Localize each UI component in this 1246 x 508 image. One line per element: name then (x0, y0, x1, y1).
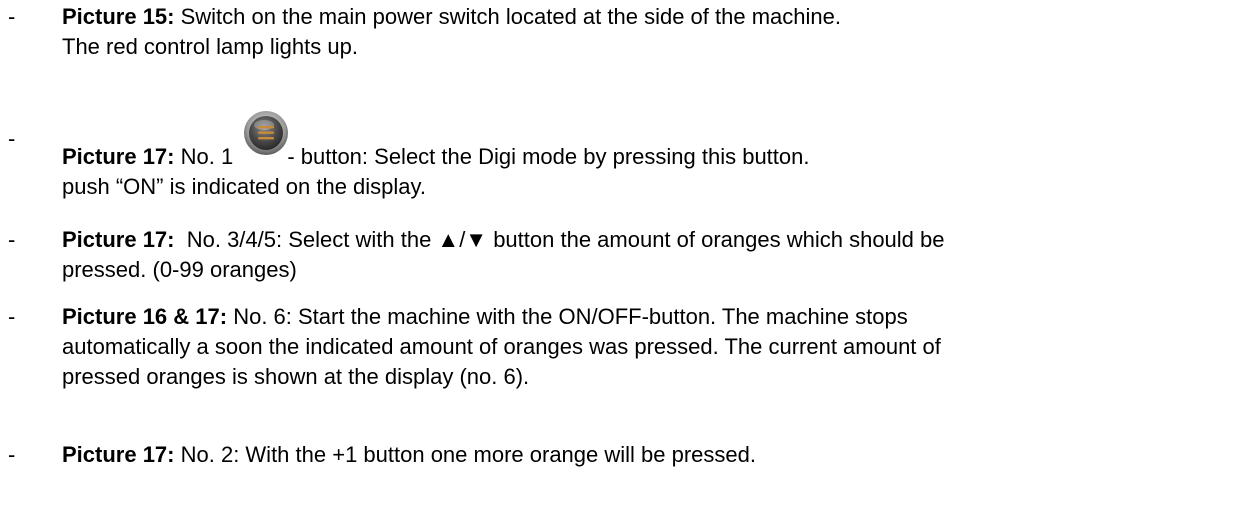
picture-reference: Picture 16 & 17: (62, 304, 228, 329)
item-line: Picture 16 & 17: No. 6: Start the machin… (62, 302, 1242, 332)
item-line: Picture 17: No. 2: With the +1 button on… (62, 440, 1242, 470)
menu-button-icon (243, 111, 289, 170)
item-text: Picture 15: Switch on the main power swi… (62, 2, 1242, 62)
instruction-text: push “ON” is indicated on the display. (62, 174, 426, 199)
item-line: Picture 17: No. 3/4/5: Select with the ▲… (62, 225, 1242, 255)
item-text: Picture 17: No. 3/4/5: Select with the ▲… (62, 225, 1242, 285)
bullet-dash: - (8, 442, 16, 467)
bullet-dash: - (8, 304, 16, 329)
instruction-text: Switch on the main power switch located … (174, 4, 841, 29)
picture-reference: Picture 15: (62, 4, 175, 29)
instruction-text: No. 3/4/5: Select with the ▲/▼ button th… (174, 227, 945, 252)
instruction-text: - button: Select the Digi mode by pressi… (287, 144, 810, 169)
instruction-text: No. 1 (174, 144, 240, 169)
bullet-dash: - (8, 126, 16, 151)
instruction-text: pressed. (0-99 oranges) (62, 257, 297, 282)
bullet-dash: - (8, 227, 16, 252)
instruction-text: pressed oranges is shown at the display … (62, 364, 530, 389)
picture-reference: Picture 17: (62, 442, 175, 467)
instruction-text: No. 6: Start the machine with the ON/OFF… (227, 304, 908, 329)
picture-reference: Picture 17: (62, 144, 175, 169)
bullet-dash: - (8, 4, 16, 29)
item-text: Picture 17: No. 2: With the +1 button on… (62, 440, 1242, 470)
instruction-text: The red control lamp lights up. (62, 34, 358, 59)
picture-reference: Picture 17: (62, 227, 175, 252)
instruction-text: No. 2: With the +1 button one more orang… (174, 442, 756, 467)
item-line: Picture 15: Switch on the main power swi… (62, 2, 1242, 32)
item-text: Picture 17: No. 1 - button: Select the D… (62, 111, 1242, 202)
instruction-text: automatically a soon the indicated amoun… (62, 334, 941, 359)
item-text: Picture 16 & 17: No. 6: Start the machin… (62, 302, 1242, 392)
item-line: Picture 17: No. 1 - button: Select the D… (62, 111, 1242, 172)
